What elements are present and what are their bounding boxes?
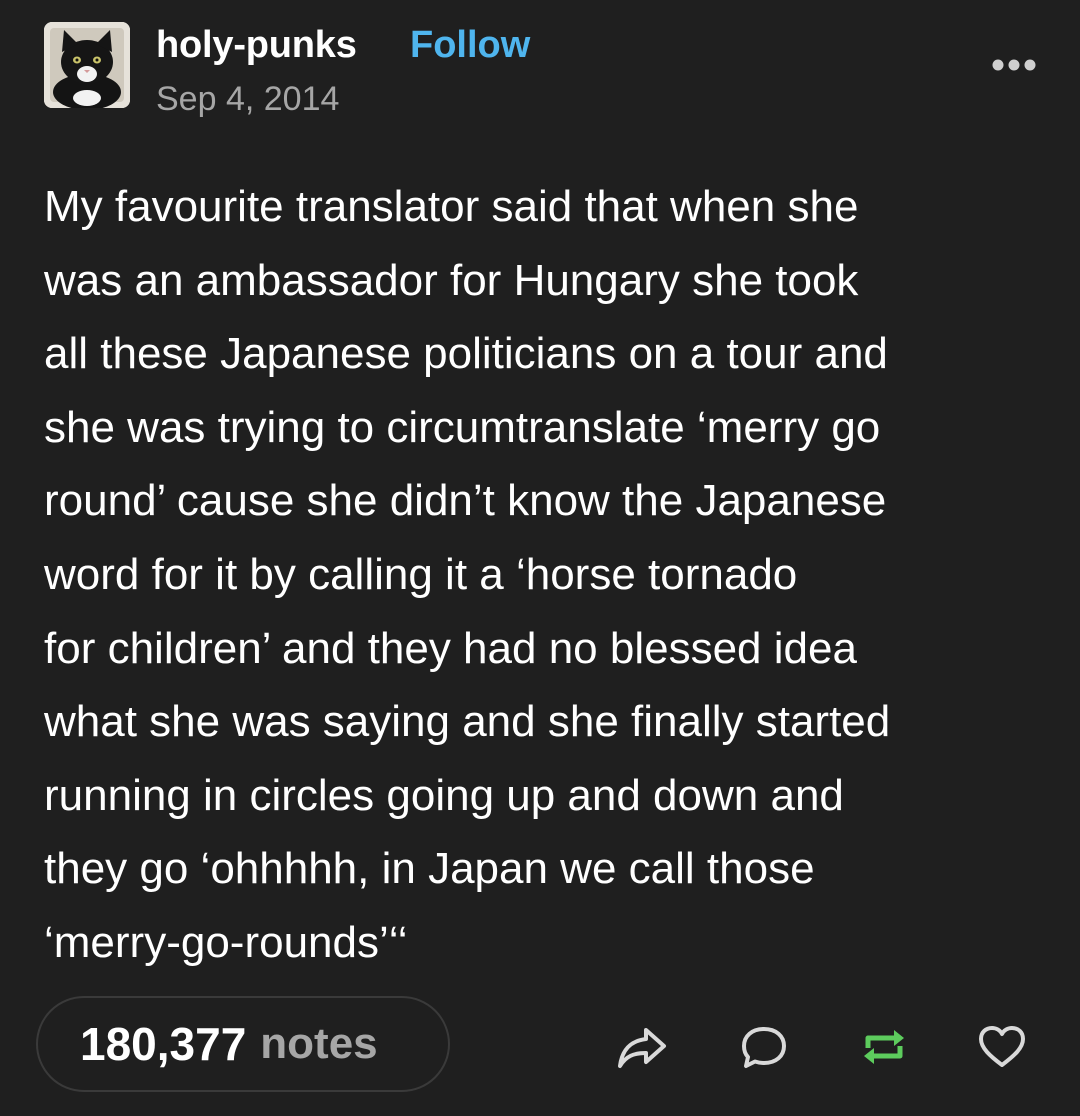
post-card: holy-punks Follow Sep 4, 2014 My favouri… [0,0,1080,1116]
body-line: word for it by calling it a ‘horse torna… [44,549,798,599]
heart-icon [979,1026,1025,1067]
notes-label: notes [260,1019,378,1068]
notes-count: 180,377 [80,1018,247,1070]
body-line: all these Japanese politicians on a tour… [44,329,888,379]
post-date: Sep 4, 2014 [156,80,340,118]
notes-button[interactable]: 180,377 notes [36,996,450,1092]
body-line: running in circles going up and down and [44,770,844,820]
body-line: for children’ and they had no blessed id… [44,623,857,673]
body-line: My favourite translator said that when s… [44,182,859,231]
more-options-button[interactable] [986,50,1042,80]
body-line: what she was saying and she finally star… [44,697,891,747]
body-line: she was trying to circumtranslate ‘merry… [44,402,881,452]
body-line: was an ambassador for Hungary she took [44,255,859,305]
reblog-button[interactable] [858,1024,910,1070]
avatar[interactable] [44,22,130,108]
reblog-icon [864,1030,904,1064]
cat-avatar-icon [44,22,130,108]
reply-button[interactable] [738,1024,790,1070]
body-line: ‘merry-go-rounds’‘‘ [44,917,408,967]
username[interactable]: holy-punks [156,22,357,68]
share-button[interactable] [616,1024,668,1070]
body-line: round’ cause she didn’t know the Japanes… [44,476,887,526]
reply-icon [742,1027,786,1068]
follow-button[interactable]: Follow [410,22,530,68]
body-line: they go ‘ohhhhh, in Japan we call those [44,844,815,894]
share-icon [618,1028,666,1068]
like-button[interactable] [976,1024,1028,1070]
post-body-text: My favourite translator said that when s… [44,170,1044,980]
more-dots-icon [992,59,1036,71]
